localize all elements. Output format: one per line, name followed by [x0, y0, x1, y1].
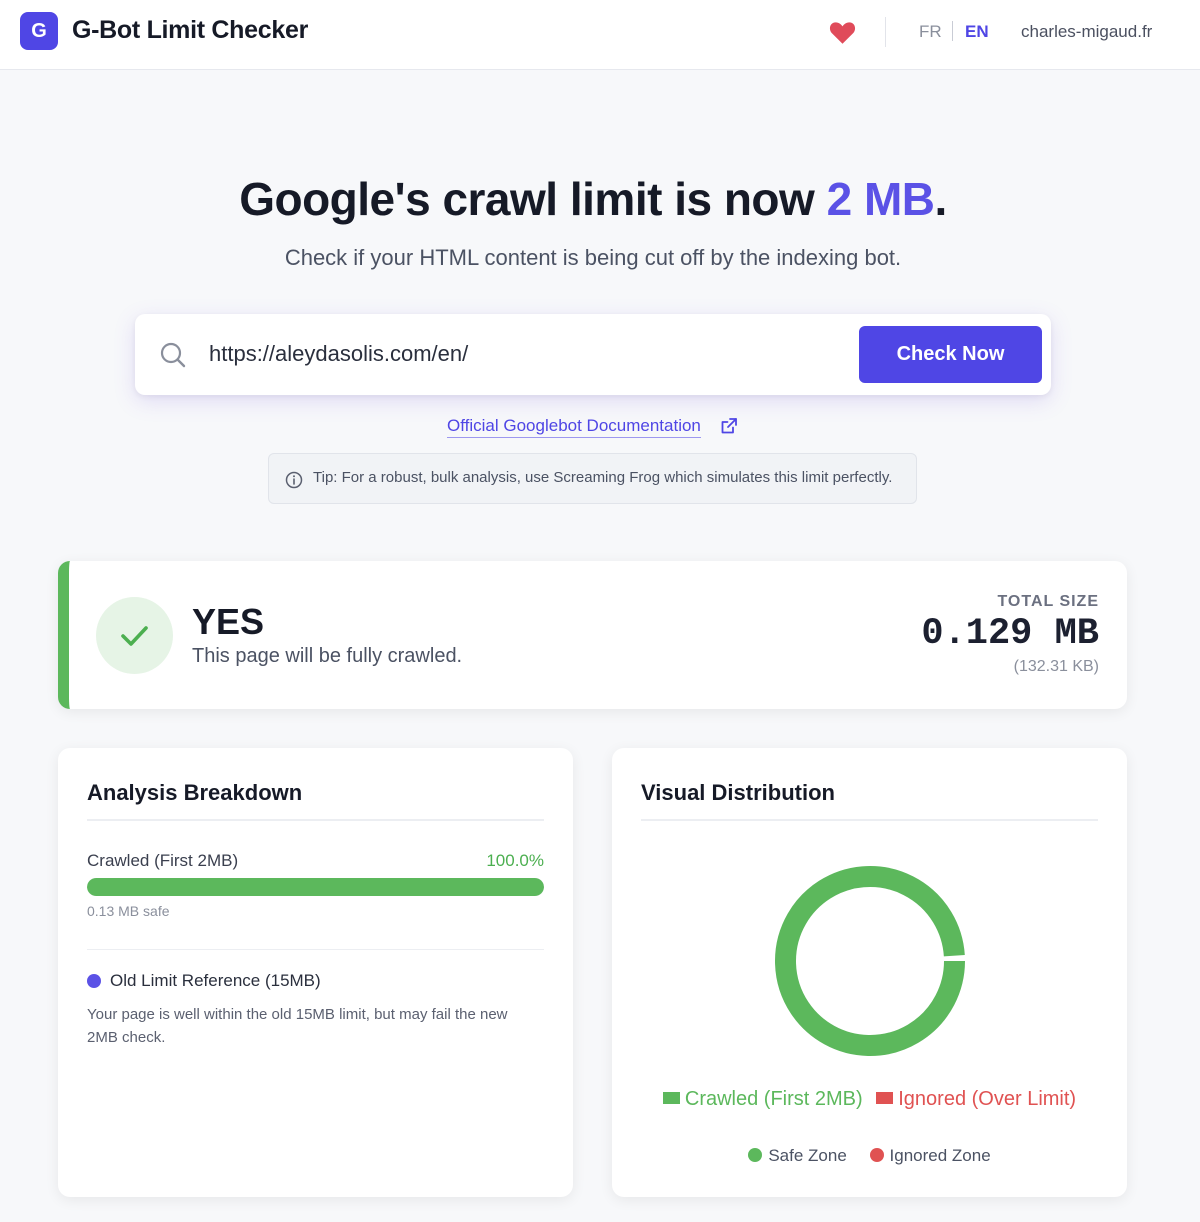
result-card: YES This page will be fully crawled. TOT…: [58, 561, 1127, 709]
analysis-breakdown-card: Analysis Breakdown Crawled (First 2MB) 1…: [58, 748, 573, 1197]
info-icon: [285, 471, 303, 489]
distribution-title: Visual Distribution: [641, 780, 835, 805]
googlebot-doc-link[interactable]: Official Googlebot Documentation: [447, 416, 701, 438]
crawled-bar-percent: 100.0%: [486, 851, 544, 870]
tip-box: Tip: For a robust, bulk analysis, use Sc…: [268, 453, 917, 504]
hero-title: Google's crawl limit is now 2 MB.: [0, 172, 1186, 226]
ignored-zone-label: Ignored Zone: [889, 1146, 991, 1165]
legend-ignored[interactable]: Ignored (Over Limit): [876, 1088, 1076, 1111]
checkmark-icon: [121, 626, 148, 646]
legend-ignored-label: Ignored (Over Limit): [898, 1088, 1077, 1110]
crawled-bar-label: Crawled (First 2MB): [87, 851, 239, 870]
visual-distribution-card: Visual Distribution Crawled (First 2MB) …: [612, 748, 1127, 1197]
legend-ignored-swatch: [876, 1092, 894, 1104]
hero-title-prefix: Google's crawl limit is now: [239, 173, 827, 225]
total-size-label: TOTAL SIZE: [997, 593, 1099, 610]
safe-zone-item: Safe Zone: [748, 1146, 847, 1166]
lang-separator: [952, 21, 953, 41]
lang-en-button[interactable]: EN: [965, 22, 989, 42]
old-limit-text: Your page is well within the old 15MB li…: [87, 1006, 508, 1046]
lang-fr-button[interactable]: FR: [919, 22, 942, 42]
ignored-zone-item: Ignored Zone: [869, 1146, 991, 1166]
chart-legend: Crawled (First 2MB) Ignored (Over Limit): [612, 1088, 1127, 1111]
reference-dot: [87, 974, 101, 988]
url-input[interactable]: [209, 334, 849, 374]
section-divider: [87, 949, 544, 950]
safe-zone-dot: [748, 1148, 763, 1162]
check-now-button[interactable]: Check Now: [859, 326, 1042, 383]
safe-zone-label: Safe Zone: [768, 1146, 847, 1165]
donut-safe-arc: [775, 866, 965, 1056]
heart-icon[interactable]: [829, 20, 856, 45]
crawled-progress-bar: [87, 878, 544, 896]
safe-size-note: 0.13 MB safe: [87, 903, 170, 919]
result-message: This page will be fully crawled.: [192, 645, 463, 667]
external-link-icon[interactable]: [720, 417, 738, 435]
search-icon: [160, 342, 186, 368]
old-limit-title: Old Limit Reference (15MB): [110, 971, 321, 990]
legend-crawled-swatch: [662, 1092, 680, 1104]
breakdown-title: Analysis Breakdown: [87, 780, 303, 805]
app-header: G G-Bot Limit Checker FR EN charles-miga…: [0, 0, 1200, 70]
hero-title-accent: 2 MB: [826, 173, 935, 225]
hero-title-suffix: .: [934, 173, 948, 225]
legend-crawled-label: Crawled (First 2MB): [684, 1088, 863, 1110]
site-link[interactable]: charles-migaud.fr: [1021, 22, 1152, 42]
total-size-kb: (132.31 KB): [1013, 658, 1099, 675]
total-size-value: 0.129 MB: [921, 613, 1099, 655]
card-divider: [87, 819, 544, 821]
hero-subtitle: Check if your HTML content is being cut …: [284, 245, 902, 270]
logo-icon[interactable]: G: [20, 12, 58, 50]
search-bar: Check Now: [135, 314, 1051, 395]
app-title[interactable]: G-Bot Limit Checker: [72, 16, 308, 45]
distribution-donut-chart: [775, 866, 965, 1056]
zone-legend: Safe Zone Ignored Zone: [612, 1146, 1127, 1166]
tip-text: Tip: For a robust, bulk analysis, use Sc…: [313, 469, 893, 486]
success-badge: [96, 597, 173, 674]
result-verdict: YES: [192, 601, 265, 642]
header-divider: [885, 17, 886, 47]
legend-crawled[interactable]: Crawled (First 2MB): [662, 1088, 863, 1111]
ignored-zone-dot: [869, 1148, 884, 1162]
card-divider: [641, 819, 1098, 821]
crawled-progress-fill: [87, 878, 544, 896]
